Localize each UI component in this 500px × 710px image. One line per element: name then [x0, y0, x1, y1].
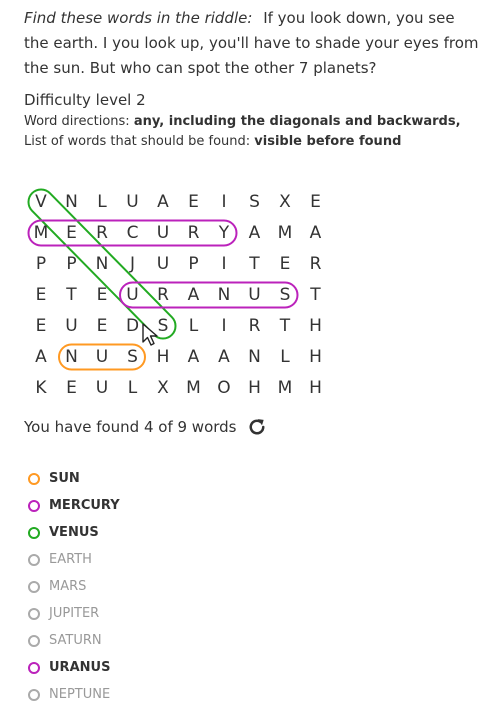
grid-cell[interactable]: N — [57, 342, 87, 373]
grid-cell[interactable]: M — [270, 373, 300, 404]
word-label: SUN — [49, 471, 80, 486]
word-label: JUPITER — [49, 606, 100, 621]
grid-cell[interactable]: U — [118, 280, 148, 311]
grid-cell[interactable]: E — [87, 280, 117, 311]
word-label: MARS — [49, 579, 87, 594]
grid-cell[interactable]: N — [87, 249, 117, 280]
grid-cell[interactable]: A — [148, 187, 178, 218]
grid-cell[interactable]: M — [270, 218, 300, 249]
word-item-venus: VENUS — [28, 519, 120, 546]
grid-cell[interactable]: L — [270, 342, 300, 373]
grid-cell[interactable]: L — [118, 373, 148, 404]
grid-cell[interactable]: J — [118, 249, 148, 280]
grid-cell[interactable]: X — [148, 373, 178, 404]
grid-cell[interactable]: M — [179, 373, 209, 404]
word-item-mars: MARS — [28, 573, 120, 600]
grid-cell[interactable]: Y — [209, 218, 239, 249]
grid-cell[interactable]: L — [179, 311, 209, 342]
grid-cell[interactable]: P — [57, 249, 87, 280]
found-status: You have found 4 of 9 words — [24, 415, 267, 439]
grid-cell[interactable]: E — [301, 187, 331, 218]
grid-cell[interactable]: S — [270, 280, 300, 311]
grid-cell[interactable]: U — [240, 280, 270, 311]
grid-cell[interactable]: R — [179, 218, 209, 249]
grid-cell[interactable]: H — [301, 311, 331, 342]
grid-cell[interactable]: E — [57, 373, 87, 404]
grid-cell[interactable]: E — [26, 280, 56, 311]
grid-cell[interactable]: X — [270, 187, 300, 218]
word-item-earth: EARTH — [28, 546, 120, 573]
found-count-text: You have found 4 of 9 words — [24, 418, 237, 436]
grid-cell[interactable]: R — [240, 311, 270, 342]
grid-cell[interactable]: A — [26, 342, 56, 373]
grid-cell[interactable]: O — [209, 373, 239, 404]
word-label: SATURN — [49, 633, 102, 648]
status-ring-icon — [28, 553, 40, 566]
word-label: MERCURY — [49, 498, 120, 513]
grid-cell[interactable]: E — [57, 218, 87, 249]
grid-cell[interactable]: P — [26, 249, 56, 280]
grid-cell[interactable]: U — [118, 187, 148, 218]
grid-cell[interactable]: T — [301, 280, 331, 311]
status-ring-icon — [28, 634, 40, 647]
grid-cell[interactable]: T — [240, 249, 270, 280]
grid-cell[interactable]: U — [148, 218, 178, 249]
grid-cell[interactable]: E — [87, 311, 117, 342]
grid-cell[interactable]: T — [270, 311, 300, 342]
word-item-neptune: NEPTUNE — [28, 681, 120, 708]
grid-cell[interactable]: A — [301, 218, 331, 249]
grid-cell[interactable]: A — [179, 280, 209, 311]
status-ring-icon — [28, 580, 40, 593]
grid-cell[interactable]: L — [87, 187, 117, 218]
status-ring-icon — [28, 607, 40, 620]
word-label: URANUS — [49, 660, 111, 675]
grid-cell[interactable]: A — [209, 342, 239, 373]
grid-cell[interactable]: A — [179, 342, 209, 373]
grid-cell[interactable]: N — [209, 280, 239, 311]
grid-cell[interactable]: I — [209, 249, 239, 280]
grid-cell[interactable]: P — [179, 249, 209, 280]
word-item-mercury: MERCURY — [28, 492, 120, 519]
grid-cell[interactable]: R — [301, 249, 331, 280]
status-ring-icon — [28, 661, 40, 674]
grid-cell[interactable]: N — [240, 342, 270, 373]
grid-cell[interactable]: H — [240, 373, 270, 404]
grid-cell[interactable]: A — [240, 218, 270, 249]
grid-cell[interactable]: U — [57, 311, 87, 342]
grid-cell[interactable]: I — [209, 311, 239, 342]
grid-cell[interactable]: M — [26, 218, 56, 249]
grid-cell[interactable]: R — [148, 280, 178, 311]
grid-cell[interactable]: U — [87, 342, 117, 373]
word-item-jupiter: JUPITER — [28, 600, 120, 627]
grid-cell[interactable]: U — [87, 373, 117, 404]
word-item-sun: SUN — [28, 465, 120, 492]
grid-cell[interactable]: E — [26, 311, 56, 342]
grid-cell[interactable]: E — [270, 249, 300, 280]
grid-cell[interactable]: H — [301, 342, 331, 373]
grid-cell[interactable]: I — [209, 187, 239, 218]
grid-cell[interactable]: U — [148, 249, 178, 280]
grid-cell[interactable]: T — [57, 280, 87, 311]
mouse-cursor-icon — [142, 323, 158, 346]
grid-cell[interactable]: R — [87, 218, 117, 249]
grid-cell[interactable]: K — [26, 373, 56, 404]
status-ring-icon — [28, 472, 40, 485]
refresh-icon[interactable] — [247, 417, 267, 437]
grid-cell[interactable]: V — [26, 187, 56, 218]
grid-cell[interactable]: H — [301, 373, 331, 404]
grid-cell[interactable]: C — [118, 218, 148, 249]
word-item-uranus: URANUS — [28, 654, 120, 681]
word-label: VENUS — [49, 525, 99, 540]
word-item-saturn: SATURN — [28, 627, 120, 654]
status-ring-icon — [28, 499, 40, 512]
grid-cell[interactable]: N — [57, 187, 87, 218]
status-ring-icon — [28, 688, 40, 701]
status-ring-icon — [28, 526, 40, 539]
grid-cell[interactable]: S — [240, 187, 270, 218]
grid-cell[interactable]: E — [179, 187, 209, 218]
word-label: EARTH — [49, 552, 92, 567]
word-label: NEPTUNE — [49, 687, 111, 702]
word-search-grid[interactable]: VNLUAEISXEMERCURYAMAPPNJUPITERETEURANUST… — [0, 0, 500, 420]
word-list: SUN MERCURY VENUS EARTH MARS JUPITER SATURN URA… — [28, 465, 120, 708]
